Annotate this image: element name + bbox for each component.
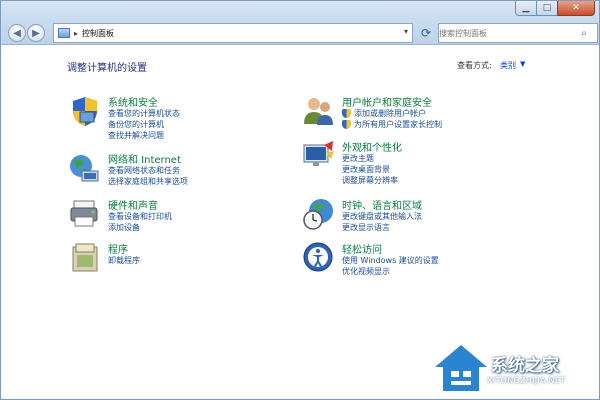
category-title[interactable]: 轻松访问: [342, 241, 382, 256]
address-bar[interactable]: ▸ 控制面板 ▾: [53, 23, 413, 43]
minimize-button[interactable]: ▁: [515, 1, 537, 16]
category-title[interactable]: 用户帐户和家庭安全: [342, 94, 432, 109]
category-title[interactable]: 硬件和声音: [108, 197, 158, 212]
link-devices-printers[interactable]: 查看设备和打印机: [108, 211, 172, 222]
category-title[interactable]: 系统和安全: [108, 94, 158, 109]
minimize-icon: ▁: [522, 3, 530, 13]
uac-shield-icon: [342, 120, 351, 129]
house-logo-icon: [435, 345, 487, 391]
uac-shield-icon: [342, 109, 351, 118]
category-user-accounts: 用户帐户和家庭安全 添加或删除用户帐户 为所有用户设置家长控制: [302, 94, 532, 144]
watermark-brand: 系统之家: [491, 356, 559, 376]
watermark-url: XITONGZHIJIA.NET: [487, 376, 566, 385]
link-optimize-video[interactable]: 优化视频显示: [342, 266, 439, 277]
maximize-icon: □: [542, 3, 552, 13]
link-display-language[interactable]: 更改显示语言: [342, 222, 422, 233]
link-label: 添加或删除用户帐户: [354, 109, 426, 118]
link-find-fix-problems[interactable]: 查找并解决问题: [108, 130, 180, 141]
category-title[interactable]: 外观和个性化: [342, 139, 402, 154]
breadcrumb-control-panel[interactable]: 控制面板: [82, 28, 114, 39]
category-network-internet: 网络和 Internet 查看网络状态和任务 选择家庭组和共享选项: [68, 151, 298, 201]
category-hardware-sound: 硬件和声音 查看设备和打印机 添加设备: [68, 197, 298, 247]
link-keyboard-input[interactable]: 更改键盘或其他输入法: [342, 211, 422, 222]
close-icon: ✕: [572, 3, 580, 13]
link-add-device[interactable]: 添加设备: [108, 222, 172, 233]
address-dropdown-icon[interactable]: ▾: [404, 27, 408, 36]
page-title: 调整计算机的设置: [67, 63, 147, 74]
control-panel-window: ▁ □ ✕ ◀ ▶ ▸ 控制面板 ▾ ⟳ ⌕ 调整计算机的设置 查看方式: 类别…: [0, 0, 600, 400]
category-ease-of-access: 轻松访问 使用 Windows 建议的设置 优化视频显示: [302, 241, 532, 291]
breadcrumb-chevron-icon[interactable]: ▸: [74, 29, 78, 38]
arrow-right-icon: ▶: [32, 27, 40, 39]
hardware-sound-icon[interactable]: [68, 197, 102, 231]
link-homegroup-sharing[interactable]: 选择家庭组和共享选项: [108, 176, 188, 187]
link-parental-controls[interactable]: 为所有用户设置家长控制: [342, 119, 442, 130]
category-programs: 程序 卸载程序: [68, 241, 298, 291]
link-label: 为所有用户设置家长控制: [354, 120, 442, 129]
close-button[interactable]: ✕: [557, 1, 595, 16]
search-icon[interactable]: ⌕: [577, 28, 591, 39]
search-input[interactable]: [439, 28, 575, 38]
category-title[interactable]: 程序: [108, 241, 128, 256]
network-internet-icon[interactable]: [68, 151, 102, 185]
control-panel-icon: [58, 28, 70, 38]
link-uninstall-program[interactable]: 卸载程序: [108, 255, 140, 266]
search-box[interactable]: ⌕: [438, 23, 598, 43]
view-by-dropdown[interactable]: 类别: [500, 60, 516, 71]
link-desktop-background[interactable]: 更改桌面背景: [342, 164, 398, 175]
view-by-label: 查看方式:: [457, 61, 492, 70]
link-network-status[interactable]: 查看网络状态和任务: [108, 165, 188, 176]
chevron-down-icon[interactable]: ▼: [520, 60, 525, 68]
clock-language-icon[interactable]: [302, 197, 336, 231]
arrow-left-icon: ◀: [13, 27, 21, 39]
user-accounts-icon[interactable]: [302, 94, 336, 128]
back-button[interactable]: ◀: [8, 24, 26, 42]
forward-button[interactable]: ▶: [27, 24, 45, 42]
link-change-theme[interactable]: 更改主题: [342, 153, 398, 164]
category-title[interactable]: 网络和 Internet: [108, 151, 181, 166]
link-view-computer-status[interactable]: 查看您的计算机状态: [108, 108, 180, 119]
category-clock-language: 时钟、语言和区域 更改键盘或其他输入法 更改显示语言: [302, 197, 532, 247]
refresh-icon: ⟳: [420, 26, 432, 40]
category-title[interactable]: 时钟、语言和区域: [342, 197, 422, 212]
title-bar: ▁ □ ✕ ◀ ▶ ▸ 控制面板 ▾ ⟳ ⌕: [1, 1, 599, 45]
link-add-remove-accounts[interactable]: 添加或删除用户帐户: [342, 108, 442, 119]
category-system-security: 系统和安全 查看您的计算机状态 备份您的计算机 查找并解决问题: [68, 94, 298, 144]
programs-icon[interactable]: [68, 241, 102, 275]
category-appearance: 外观和个性化 更改主题 更改桌面背景 调整屏幕分辨率: [302, 139, 532, 189]
watermark: 系统之家 XITONGZHIJIA.NET: [431, 337, 599, 399]
appearance-icon[interactable]: [302, 139, 336, 173]
ease-of-access-icon[interactable]: [302, 241, 336, 275]
system-security-icon[interactable]: [68, 94, 102, 128]
maximize-button[interactable]: □: [536, 1, 558, 16]
link-recommended-settings[interactable]: 使用 Windows 建议的设置: [342, 255, 439, 266]
link-backup-computer[interactable]: 备份您的计算机: [108, 119, 180, 130]
window-controls: ▁ □ ✕: [515, 1, 595, 18]
link-screen-resolution[interactable]: 调整屏幕分辨率: [342, 175, 398, 186]
refresh-button[interactable]: ⟳: [416, 23, 436, 43]
